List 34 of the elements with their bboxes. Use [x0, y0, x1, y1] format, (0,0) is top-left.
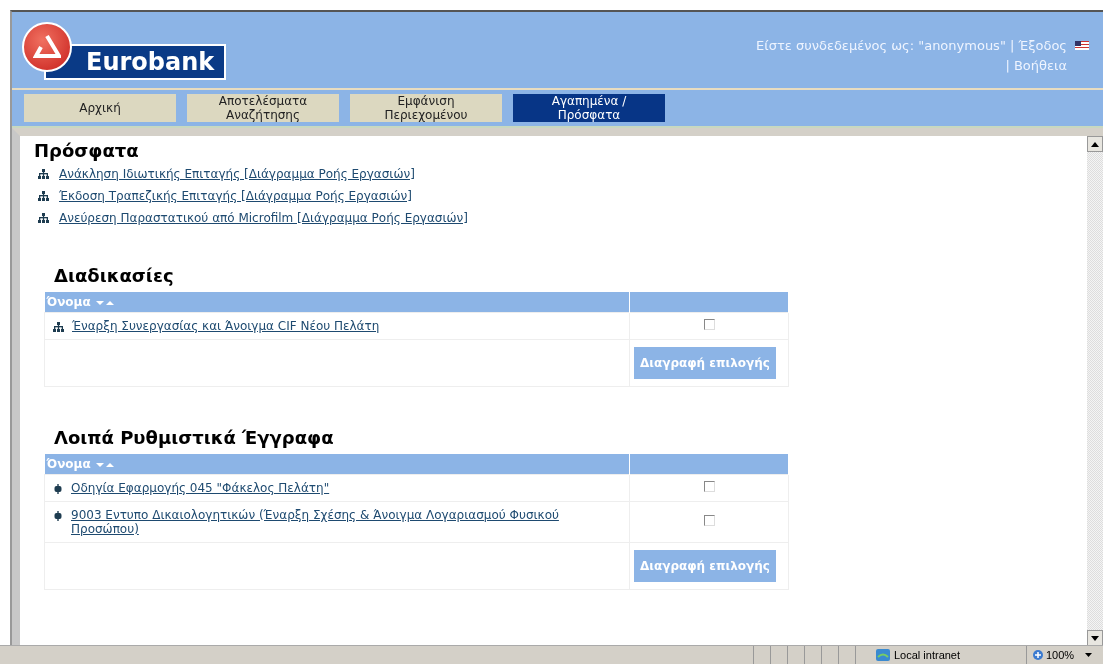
workflow-icon	[38, 191, 49, 201]
nav-tab[interactable]: Αποτελέσματα Αναζήτησης	[187, 94, 339, 122]
zone-label: Local intranet	[894, 649, 961, 661]
user-info: Είστε συνδεδεμένος ως: "anonymous"	[756, 38, 1006, 53]
pin-icon	[53, 510, 63, 521]
section-heading: Λοιπά Ρυθμιστικά Έγγραφα	[54, 427, 335, 448]
nav-tab[interactable]: Αγαπημένα / Πρόσφατα	[513, 94, 665, 122]
checkbox[interactable]	[703, 319, 715, 330]
eurobank-logo: Eurobank	[22, 20, 227, 80]
scrollbar[interactable]	[1087, 136, 1103, 646]
section-heading: Πρόσφατα	[34, 140, 140, 161]
checkbox[interactable]	[703, 515, 715, 526]
globe-icon	[876, 649, 890, 661]
pin-icon	[53, 483, 63, 494]
nav-tab[interactable]: Αρχική	[24, 94, 176, 122]
workflow-icon	[38, 169, 49, 179]
workflow-icon	[38, 213, 49, 223]
nav-tab[interactable]: Εμφάνιση Περιεχομένου	[350, 94, 502, 122]
scroll-up-icon[interactable]	[1091, 141, 1099, 147]
zoom-level[interactable]: 100%	[1046, 649, 1075, 661]
sort-arrows-icon[interactable]	[94, 298, 115, 307]
recent-link[interactable]: Έκδοση Τραπεζικής Επιταγής [Διάγραμμα Ροής Εργασιών]	[59, 189, 412, 203]
zoom-icon[interactable]	[1033, 650, 1043, 660]
caret-icon[interactable]	[1085, 653, 1093, 657]
flag-icon[interactable]	[1075, 41, 1089, 50]
separator: |	[1010, 38, 1015, 53]
separator: |	[1005, 58, 1010, 73]
scroll-down-icon[interactable]	[1091, 635, 1099, 641]
section-heading: Διαδικασίες	[54, 265, 175, 286]
recent-link[interactable]: Ανεύρεση Παραστατικού από Microfilm [Διάγραμμα Ροής Εργασιών]	[59, 211, 468, 225]
workflow-icon	[53, 321, 64, 332]
checkbox[interactable]	[703, 481, 715, 492]
recent-link[interactable]: Ανάκληση Ιδιωτικής Επιταγής [Διάγραμμα Ροής Εργασιών]	[59, 167, 415, 181]
sort-arrows-icon[interactable]	[94, 460, 115, 469]
